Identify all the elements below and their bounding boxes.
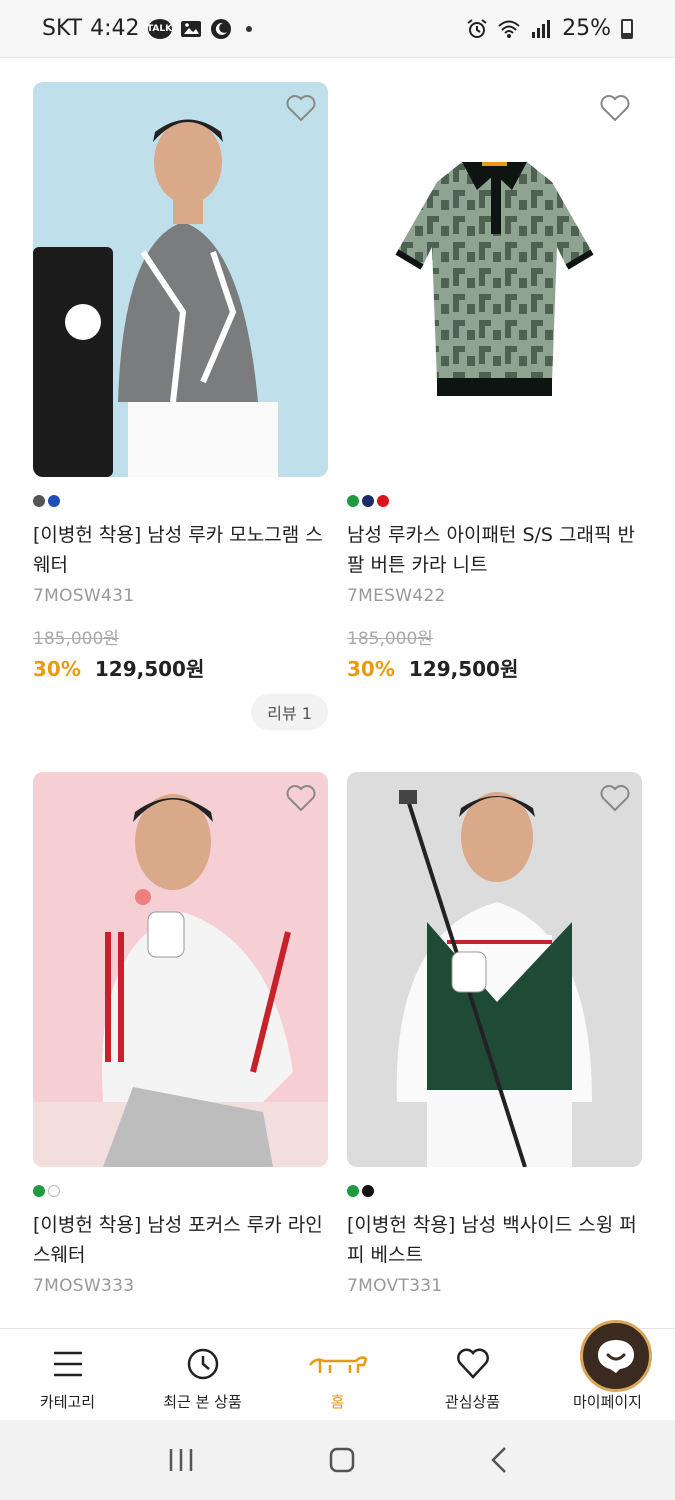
- kakaotalk-icon: TALK: [147, 18, 172, 39]
- heart-icon[interactable]: [600, 94, 630, 122]
- menu-icon: [53, 1351, 82, 1377]
- nav-wishlist[interactable]: 관심상품: [405, 1329, 540, 1420]
- model-in-grey-sweater-icon: [33, 119, 278, 477]
- color-swatch: [362, 1185, 374, 1197]
- product-image[interactable]: [33, 82, 328, 477]
- color-swatches: [33, 1185, 328, 1198]
- product-card[interactable]: [이병헌 착용] 남성 백사이드 스윙 퍼피 베스트 7MOVT331: [347, 772, 642, 1296]
- gallery-icon: [180, 20, 201, 37]
- bottom-navigation: 카테고리 최근 본 상품 홈 관심상품 마이페이지: [0, 1328, 675, 1420]
- chat-button[interactable]: [580, 1320, 652, 1392]
- product-title[interactable]: 남성 루카스 아이패턴 S/S 그래픽 반팔 버튼 카라 니트: [347, 520, 642, 580]
- model-in-green-vest-icon: [396, 790, 592, 1167]
- nav-label: 마이페이지: [572, 1393, 642, 1411]
- sale-price: 129,500원: [408, 657, 519, 681]
- product-code: 7MOSW333: [33, 1276, 135, 1296]
- sale-price: 129,500원: [94, 657, 205, 681]
- color-swatches: [33, 495, 328, 508]
- notification-dot: [245, 25, 252, 32]
- product-title[interactable]: [이병헌 착용] 남성 포커스 루카 라인 스웨터: [33, 1210, 328, 1270]
- heart-icon[interactable]: [286, 94, 316, 122]
- heart-icon: [456, 1348, 489, 1379]
- recent-apps-icon[interactable]: [167, 1447, 195, 1473]
- color-swatch: [347, 1185, 359, 1197]
- product-card[interactable]: 남성 루카스 아이패턴 S/S 그래픽 반팔 버튼 카라 니트 7MESW422…: [347, 82, 642, 682]
- nav-label: 관심상품: [444, 1393, 501, 1411]
- product-title[interactable]: [이병헌 착용] 남성 루카 모노그램 스웨터: [33, 520, 328, 580]
- moon-icon: [210, 18, 231, 39]
- model-in-white-sweater-icon: [33, 794, 328, 1167]
- color-swatch: [377, 495, 389, 507]
- discount-rate: 30%: [33, 657, 81, 681]
- battery-icon: [621, 18, 633, 39]
- original-price: 185,000원: [33, 629, 119, 649]
- nav-label: 홈: [330, 1393, 345, 1411]
- polo-shirt-icon: [395, 162, 594, 396]
- nav-home[interactable]: 홈: [270, 1329, 405, 1420]
- color-swatch: [33, 495, 45, 507]
- product-card[interactable]: [이병헌 착용] 남성 루카 모노그램 스웨터 7MOSW431 185,000…: [33, 82, 328, 730]
- chat-icon: [598, 1340, 634, 1373]
- back-icon[interactable]: [489, 1446, 509, 1474]
- heart-icon[interactable]: [600, 784, 630, 812]
- product-image[interactable]: [347, 772, 642, 1167]
- product-grid: [이병헌 착용] 남성 루카 모노그램 스웨터 7MOSW431 185,000…: [0, 58, 675, 1328]
- alarm-icon: [467, 18, 487, 38]
- nav-category[interactable]: 카테고리: [0, 1329, 135, 1420]
- product-title[interactable]: [이병헌 착용] 남성 백사이드 스윙 퍼피 베스트: [347, 1210, 642, 1270]
- color-swatches: [347, 1185, 642, 1198]
- product-image[interactable]: [347, 82, 642, 477]
- signal-icon: [532, 19, 551, 38]
- clock: 4:42: [90, 16, 140, 41]
- carrier: SKT: [42, 16, 83, 41]
- nav-recent[interactable]: 최근 본 상품: [135, 1329, 270, 1420]
- product-image[interactable]: [33, 772, 328, 1167]
- heart-icon[interactable]: [286, 784, 316, 812]
- color-swatch: [347, 495, 359, 507]
- wifi-icon: [498, 20, 520, 38]
- product-code: 7MOVT331: [347, 1276, 443, 1296]
- product-code: 7MESW422: [347, 586, 446, 606]
- original-price: 185,000원: [347, 629, 433, 649]
- home-icon[interactable]: [328, 1446, 356, 1474]
- product-code: 7MOSW431: [33, 586, 135, 606]
- product-card[interactable]: [이병헌 착용] 남성 포커스 루카 라인 스웨터 7MOSW333: [33, 772, 328, 1296]
- discount-rate: 30%: [347, 657, 395, 681]
- color-swatches: [347, 495, 642, 508]
- color-swatch: [33, 1185, 45, 1197]
- system-navigation-bar: [0, 1420, 675, 1500]
- battery-percent: 25%: [562, 16, 611, 41]
- color-swatch: [48, 1185, 60, 1197]
- dog-logo-icon: [308, 1356, 367, 1373]
- color-swatch: [362, 495, 374, 507]
- status-bar: SKT 4:42 TALK 25%: [0, 0, 675, 58]
- clock-icon: [187, 1348, 218, 1380]
- review-badge[interactable]: 리뷰 1: [251, 694, 328, 730]
- nav-label: 최근 본 상품: [163, 1393, 242, 1411]
- color-swatch: [48, 495, 60, 507]
- nav-label: 카테고리: [39, 1393, 96, 1411]
